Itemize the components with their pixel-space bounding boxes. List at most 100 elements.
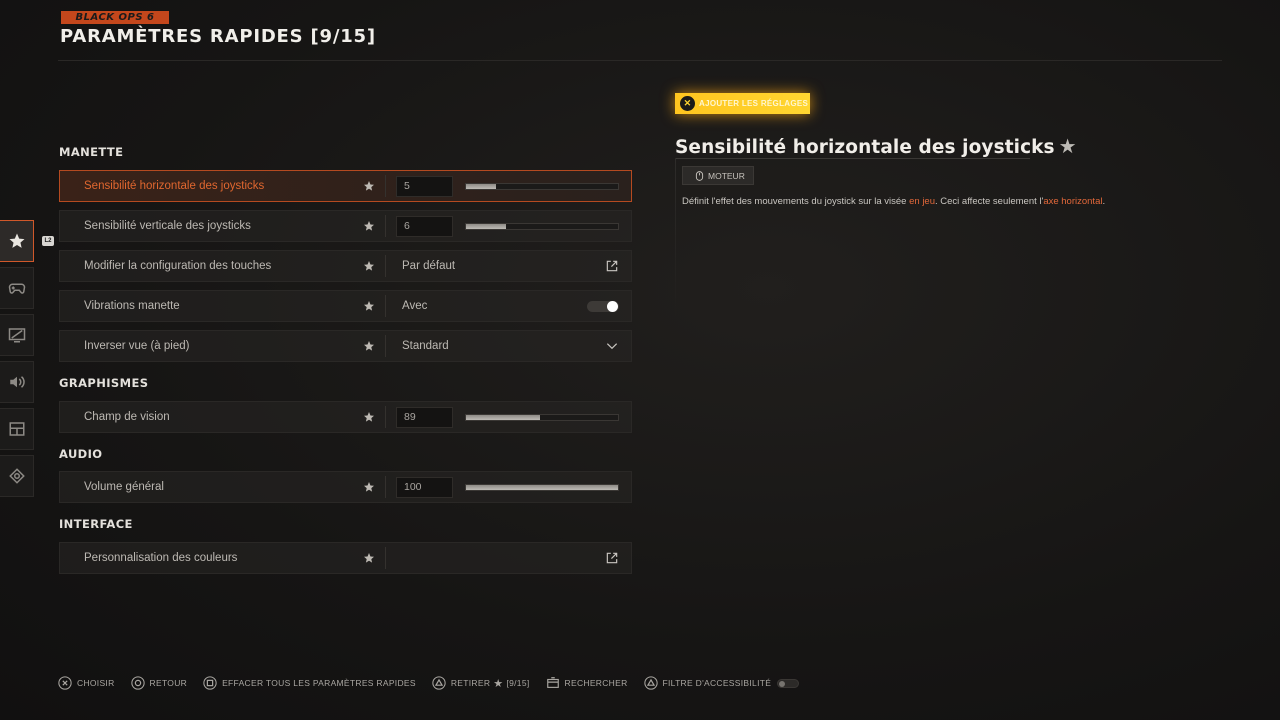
detail-title: Sensibilité horizontale des joysticks ★ <box>675 134 1077 158</box>
cross-button-icon: ✕ <box>680 96 695 111</box>
section-header-graphismes: GRAPHISMES <box>59 376 149 390</box>
badge-label: AJOUTER LES RÉGLAGES <box>699 99 809 108</box>
vibration-toggle[interactable] <box>587 301 619 312</box>
sidebar-item-controller[interactable] <box>0 267 34 309</box>
row-divider <box>385 335 386 357</box>
desc-highlight: en jeu <box>909 196 935 207</box>
detail-title-text: Sensibilité horizontale des joysticks <box>675 137 1055 158</box>
hint-label: RETOUR <box>149 678 188 688</box>
display-icon <box>8 328 25 343</box>
button-hint-bar: CHOISIR RETOUR EFFACER TOUS LES PARAMÈTR… <box>58 675 815 691</box>
sensitivity-slider[interactable] <box>465 183 619 190</box>
value-input[interactable]: 5 <box>396 176 453 197</box>
hint-label: RETIRER <box>450 678 491 688</box>
star-icon: ★ <box>493 677 504 690</box>
external-link-icon[interactable] <box>605 259 619 273</box>
setting-row-master-volume[interactable]: Volume général 100 <box>59 471 632 503</box>
setting-label: Volume général <box>84 481 164 493</box>
value-input[interactable]: 6 <box>396 216 453 237</box>
star-icon[interactable] <box>363 411 375 423</box>
back-hint[interactable]: RETOUR <box>130 676 188 690</box>
setting-row-horizontal-sensitivity[interactable]: Sensibilité horizontale des joysticks 5 <box>59 170 632 202</box>
triangle-button-icon <box>643 676 658 690</box>
setting-row-button-layout[interactable]: Modifier la configuration des touches Pa… <box>59 250 632 282</box>
speaker-icon <box>9 376 25 388</box>
l2-button-hint: L2 <box>42 236 54 246</box>
setting-row-vibration[interactable]: Vibrations manette Avec <box>59 290 632 322</box>
sidebar-item-graphics[interactable] <box>0 314 34 356</box>
toggle-knob <box>779 680 786 687</box>
slider-fill <box>466 415 541 420</box>
external-link-icon[interactable] <box>605 551 619 565</box>
slider-fill <box>466 224 506 229</box>
triangle-button-icon <box>432 676 446 690</box>
star-icon[interactable] <box>363 552 375 564</box>
star-icon[interactable] <box>363 300 375 312</box>
remove-favorite-hint[interactable]: RETIRER ★ [9/15] <box>432 676 530 690</box>
section-header-audio: AUDIO <box>59 447 103 461</box>
sidebar-item-network[interactable] <box>0 455 34 497</box>
row-divider <box>385 476 386 498</box>
setting-label: Sensibilité horizontale des joysticks <box>84 180 265 192</box>
mouse-icon <box>695 170 704 181</box>
sidebar-item-quick-settings[interactable] <box>0 220 34 262</box>
row-divider <box>385 406 386 428</box>
detail-panel-edge <box>675 158 676 318</box>
setting-row-invert-view[interactable]: Inverser vue (à pied) Standard <box>59 330 632 362</box>
tag-label: MOTEUR <box>708 170 745 181</box>
choose-hint[interactable]: CHOISIR <box>58 676 115 690</box>
desc-text: . <box>1102 196 1106 207</box>
page-title: PARAMÈTRES RAPIDES [9/15] <box>60 26 376 47</box>
setting-row-vertical-sensitivity[interactable]: Sensibilité verticale des joysticks 6 <box>59 210 632 242</box>
fov-slider[interactable] <box>465 414 619 421</box>
hint-label: RECHERCHER <box>564 678 628 688</box>
circle-button-icon <box>130 676 145 690</box>
star-icon[interactable] <box>363 340 375 352</box>
row-divider <box>385 255 386 277</box>
hint-label: EFFACER TOUS LES PARAMÈTRES RAPIDES <box>222 678 416 688</box>
sensitivity-slider[interactable] <box>465 223 619 230</box>
star-icon <box>9 233 24 248</box>
row-divider <box>385 175 386 197</box>
star-icon[interactable] <box>363 260 375 272</box>
setting-label: Sensibilité verticale des joysticks <box>84 220 251 232</box>
sidebar-item-audio[interactable] <box>0 361 34 403</box>
accessibility-toggle[interactable] <box>777 678 800 688</box>
value-input[interactable]: 89 <box>396 407 453 428</box>
section-header-interface: INTERFACE <box>59 517 133 531</box>
chevron-down-icon[interactable] <box>605 339 619 353</box>
setting-label: Personnalisation des couleurs <box>84 552 238 564</box>
accessibility-filter-hint[interactable]: FILTRE D'ACCESSIBILITÉ <box>643 676 800 690</box>
square-button-icon <box>203 676 217 690</box>
setting-label: Champ de vision <box>84 411 170 423</box>
hint-label: FILTRE D'ACCESSIBILITÉ <box>662 678 772 688</box>
star-icon[interactable] <box>363 481 375 493</box>
row-divider <box>385 295 386 317</box>
detail-description: Définit l'effet des mouvements du joysti… <box>682 196 1105 207</box>
star-icon[interactable] <box>363 180 375 192</box>
star-icon[interactable] <box>363 220 375 232</box>
header-divider <box>58 60 1222 61</box>
detail-divider <box>675 158 1030 159</box>
search-hint[interactable]: RECHERCHER <box>546 676 628 690</box>
setting-row-fov[interactable]: Champ de vision 89 <box>59 401 632 433</box>
gamepad-icon <box>8 283 25 294</box>
setting-label: Inverser vue (à pied) <box>84 340 190 352</box>
desc-highlight: axe horizontal <box>1043 196 1103 207</box>
slider-fill <box>466 485 618 490</box>
section-header-manette: MANETTE <box>59 145 124 159</box>
add-to-quick-settings-badge[interactable]: ✕ AJOUTER LES RÉGLAGES <box>675 93 810 114</box>
clear-all-hint[interactable]: EFFACER TOUS LES PARAMÈTRES RAPIDES <box>203 676 416 690</box>
sidebar-item-interface[interactable] <box>0 408 34 450</box>
toggle-knob <box>607 301 618 312</box>
volume-slider[interactable] <box>465 484 619 491</box>
row-divider <box>385 215 386 237</box>
value-input[interactable]: 100 <box>396 477 453 498</box>
game-logo: BLACK OPS 6 <box>61 11 169 24</box>
setting-label: Modifier la configuration des touches <box>84 260 272 272</box>
setting-value: Par défaut <box>402 260 456 272</box>
star-icon: ★ <box>1058 134 1077 158</box>
setting-row-color-customization[interactable]: Personnalisation des couleurs <box>59 542 632 574</box>
engine-tag: MOTEUR <box>682 166 754 185</box>
setting-value: Standard <box>402 340 449 352</box>
